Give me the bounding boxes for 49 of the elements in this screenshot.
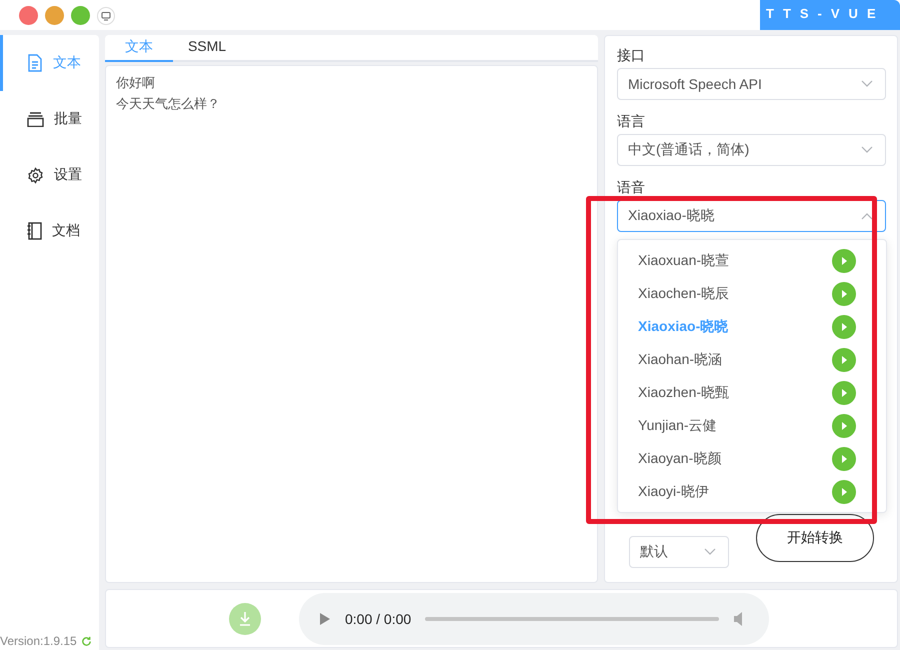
voice-option[interactable]: Yunjian-云健: [638, 416, 717, 434]
play-icon[interactable]: [319, 612, 331, 626]
voice-option[interactable]: Xiaoyan-晓颜: [638, 450, 722, 468]
play-icon[interactable]: [832, 348, 856, 372]
voice-option[interactable]: Xiaozhen-晓甄: [638, 384, 730, 402]
play-icon[interactable]: [832, 380, 856, 404]
text-line: 今天天气怎么样？: [116, 96, 220, 111]
audio-player[interactable]: 0:00 / 0:00: [299, 592, 769, 644]
play-icon[interactable]: [832, 314, 856, 338]
monitor-icon[interactable]: [97, 6, 115, 24]
field-label: 语音: [617, 178, 645, 196]
text-line: 你好啊: [116, 75, 155, 90]
play-icon[interactable]: [832, 414, 856, 438]
chevron-icon: [704, 548, 716, 556]
refresh-icon[interactable]: [80, 636, 92, 646]
editor-tab[interactable]: SSML: [173, 35, 241, 62]
gear-icon: [27, 166, 44, 184]
field-label: 接口: [617, 46, 645, 64]
select-field[interactable]: Microsoft Speech API: [617, 68, 886, 100]
voice-option[interactable]: Xiaoxuan-晓萱: [638, 252, 730, 270]
play-icon[interactable]: [832, 248, 856, 272]
play-icon[interactable]: [832, 446, 856, 470]
voice-option[interactable]: Xiaoyi-晓伊: [638, 482, 709, 500]
sidebar-item[interactable]: 文档: [0, 203, 99, 259]
stack-icon: [27, 112, 44, 126]
download-icon[interactable]: [229, 602, 261, 634]
chevron-icon: [861, 212, 873, 220]
maximize-button[interactable]: [71, 6, 90, 25]
minimize-button[interactable]: [45, 6, 64, 25]
version-text: Version:1.9.15: [0, 634, 77, 648]
book-icon: [27, 222, 42, 240]
play-icon[interactable]: [832, 480, 856, 504]
time-text: 0:00 / 0:00: [345, 610, 412, 626]
field-label: 语言: [617, 112, 645, 130]
close-button[interactable]: [19, 6, 38, 25]
app-title: TTS-VUE: [760, 0, 900, 30]
style-select[interactable]: 默认: [629, 536, 729, 568]
play-icon[interactable]: [832, 282, 856, 306]
sidebar-item[interactable]: 批量: [0, 91, 99, 147]
text-input[interactable]: 你好啊 今天天气怎么样？: [105, 65, 598, 583]
voice-option[interactable]: Xiaohan-晓涵: [638, 350, 722, 368]
chevron-icon: [861, 80, 873, 88]
voice-option[interactable]: Xiaochen-晓辰: [638, 284, 730, 302]
sidebar-item[interactable]: 设置: [0, 147, 99, 203]
progress-track[interactable]: [425, 616, 719, 620]
select-field[interactable]: Xiaoxiao-晓晓: [617, 200, 886, 232]
select-field[interactable]: 中文(普通话，简体): [617, 134, 886, 166]
document-icon: [27, 54, 43, 72]
chevron-icon: [861, 146, 873, 154]
